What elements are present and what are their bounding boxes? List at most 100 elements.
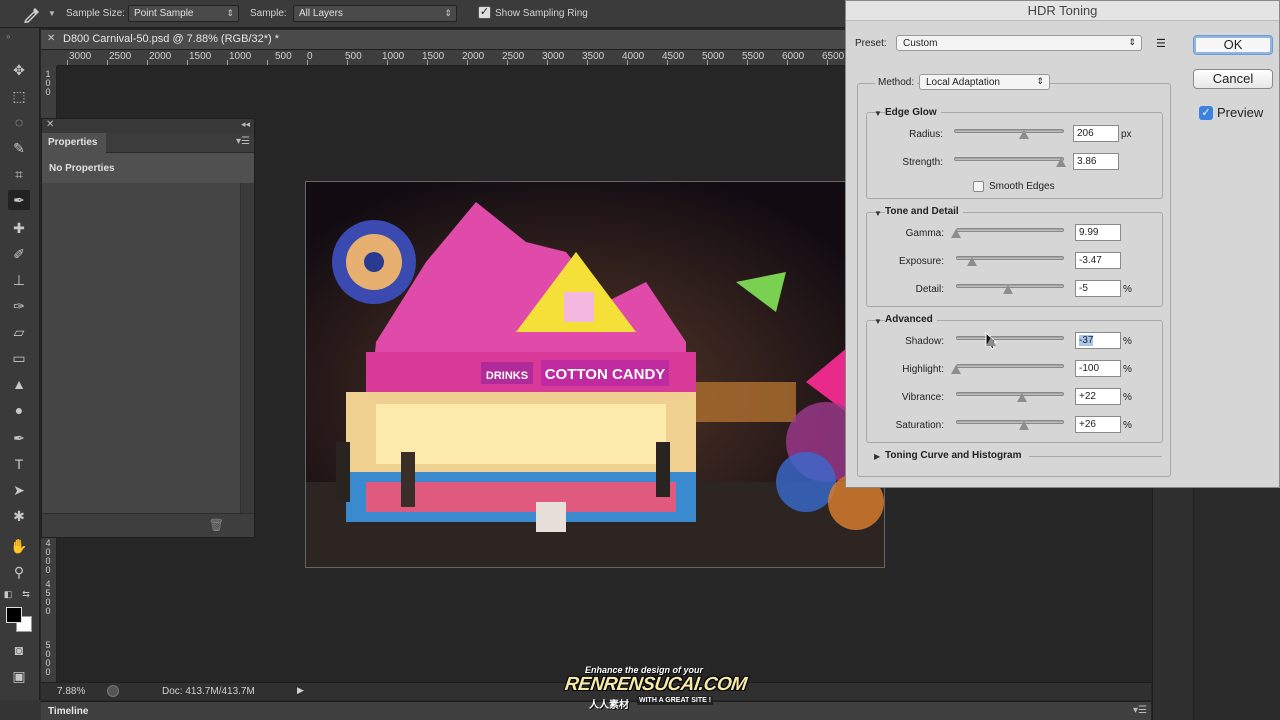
hand-tool-icon[interactable]: ✋ [8,536,30,556]
quick-mask-icon[interactable]: ◙ [8,640,30,660]
sample-label: Sample: [250,8,287,19]
tone-detail-collapse-icon[interactable]: ▼ [874,209,882,218]
status-info-icon[interactable] [107,685,119,697]
brush-tool-icon[interactable]: ✐ [8,244,30,264]
slider-thumb[interactable] [1055,158,1066,167]
vibrance-label: Vibrance: [901,392,944,403]
smooth-edges-checkbox[interactable] [973,181,984,192]
highlight-label: Highlight: [902,364,944,375]
pen-tool-icon[interactable]: ✒ [8,428,30,448]
move-tool-icon[interactable]: ✥ [8,60,30,80]
slider-thumb[interactable] [951,229,961,238]
watermark-logo: Enhance the design of your RENRENSUCAI.C… [564,664,748,714]
method-select[interactable]: Local Adaptation [919,74,1050,90]
advanced-collapse-icon[interactable]: ▼ [874,317,882,326]
ruler-origin[interactable] [41,50,57,66]
panel-menu-icon[interactable]: ▾☰ [1133,705,1147,716]
gradient-tool-icon[interactable]: ▭ [8,348,30,368]
gamma-label: Gamma: [905,228,944,239]
slider-thumb[interactable] [1019,130,1030,139]
blur-tool-icon[interactable]: ▲ [8,374,30,394]
detail-label: Detail: [915,284,944,295]
highlight-input[interactable]: -100 [1075,360,1121,377]
slider-thumb[interactable] [1019,421,1030,430]
shadow-input[interactable]: -37 [1075,332,1121,349]
lasso-tool-icon[interactable]: ◌ [8,112,30,132]
properties-scrollbar[interactable] [240,183,254,513]
preset-options-icon[interactable]: ☰ [1156,37,1170,50]
cancel-button[interactable]: Cancel [1193,69,1273,89]
strength-input[interactable]: 3.86 [1073,153,1119,170]
gamma-input[interactable]: 9.99 [1075,224,1121,241]
toning-curve-title[interactable]: Toning Curve and Histogram [885,450,1026,461]
saturation-slider[interactable] [956,420,1064,424]
document-canvas[interactable]: COTTON CANDY DRINKS [305,181,885,568]
collapse-panel-icon[interactable]: ◂◂ [241,119,250,130]
properties-body [42,183,240,513]
eraser-tool-icon[interactable]: ▱ [8,322,30,342]
radius-slider[interactable] [954,129,1064,133]
detail-input[interactable]: -5 [1075,280,1121,297]
eyedropper-tool-icon[interactable]: ✒ [8,190,30,210]
exposure-input[interactable]: -3.47 [1075,252,1121,269]
show-sampling-ring-label: Show Sampling Ring [495,8,588,19]
slider-thumb[interactable] [951,365,961,374]
clone-stamp-tool-icon[interactable]: ⊥ [8,270,30,290]
shape-tool-icon[interactable]: ✱ [8,506,30,526]
default-colors-icon[interactable]: ◧ [2,584,14,604]
panel-grip-icon[interactable]: » [6,32,10,41]
marquee-tool-icon[interactable]: ⬚ [8,86,30,106]
gamma-slider[interactable] [956,228,1064,232]
show-sampling-ring-checkbox[interactable]: ✓ [478,6,491,19]
preset-select[interactable]: Custom [896,35,1142,51]
edge-glow-collapse-icon[interactable]: ▼ [874,109,882,118]
foreground-color-swatch[interactable] [6,607,22,623]
close-document-icon[interactable]: ✕ [47,33,55,44]
method-label: Method: [875,77,918,88]
zoom-tool-icon[interactable]: ⚲ [8,562,30,582]
preview-checkbox[interactable]: ✓ [1199,106,1213,120]
toning-curve-divider [1029,456,1162,457]
vibrance-input[interactable]: +22 [1075,388,1121,405]
slider-thumb[interactable] [985,337,996,346]
type-tool-icon[interactable]: T [8,454,30,474]
dialog-title[interactable]: HDR Toning [846,1,1279,21]
sample-select[interactable]: All Layers [293,5,457,22]
history-brush-tool-icon[interactable]: ✑ [8,296,30,316]
document-tab[interactable]: ✕ D800 Carnival-50.psd @ 7.88% (RGB/32*)… [41,30,845,50]
tab-timeline[interactable]: Timeline [48,706,88,717]
ok-button[interactable]: OK [1193,35,1273,55]
radius-input[interactable]: 206 [1073,125,1119,142]
spot-healing-tool-icon[interactable]: ✚ [8,218,30,238]
swap-colors-icon[interactable]: ⇆ [20,584,32,604]
tab-properties[interactable]: Properties [42,133,106,153]
close-panel-icon[interactable]: ✕ [46,119,54,130]
carnival-photo: COTTON CANDY DRINKS [306,182,884,567]
toning-curve-expand-icon[interactable]: ▶ [874,452,880,461]
vibrance-slider[interactable] [956,392,1064,396]
highlight-slider[interactable] [956,364,1064,368]
path-selection-tool-icon[interactable]: ➤ [8,480,30,500]
shadow-slider[interactable] [956,336,1064,340]
tool-preset-chevron-icon[interactable]: ▼ [48,9,56,18]
status-menu-arrow-icon[interactable]: ▶ [297,685,304,696]
sample-size-select[interactable]: Point Sample [128,5,239,22]
strength-label: Strength: [902,157,943,168]
screen-mode-icon[interactable]: ▣ [8,666,30,686]
dodge-tool-icon[interactable]: ● [8,400,30,420]
trash-icon[interactable]: 🗑 [209,518,224,532]
horizontal-ruler[interactable]: 3000 2500 2000 1500 1000 500 0 500 1000 … [57,50,845,66]
ruler-tick: 2500 [109,51,132,62]
strength-slider[interactable] [954,157,1064,161]
highlight-unit: % [1123,364,1132,375]
slider-thumb[interactable] [967,257,978,266]
saturation-input[interactable]: +26 [1075,416,1121,433]
eyedropper-tool-icon[interactable] [22,5,42,23]
slider-thumb[interactable] [1016,393,1027,402]
zoom-level[interactable]: 7.88% [57,686,85,697]
crop-tool-icon[interactable]: ⌗ [8,164,30,184]
panel-menu-icon[interactable]: ▾☰ [236,136,250,147]
slider-thumb[interactable] [1002,285,1013,294]
exposure-label: Exposure: [898,256,944,267]
quick-selection-tool-icon[interactable]: ✎ [8,138,30,158]
